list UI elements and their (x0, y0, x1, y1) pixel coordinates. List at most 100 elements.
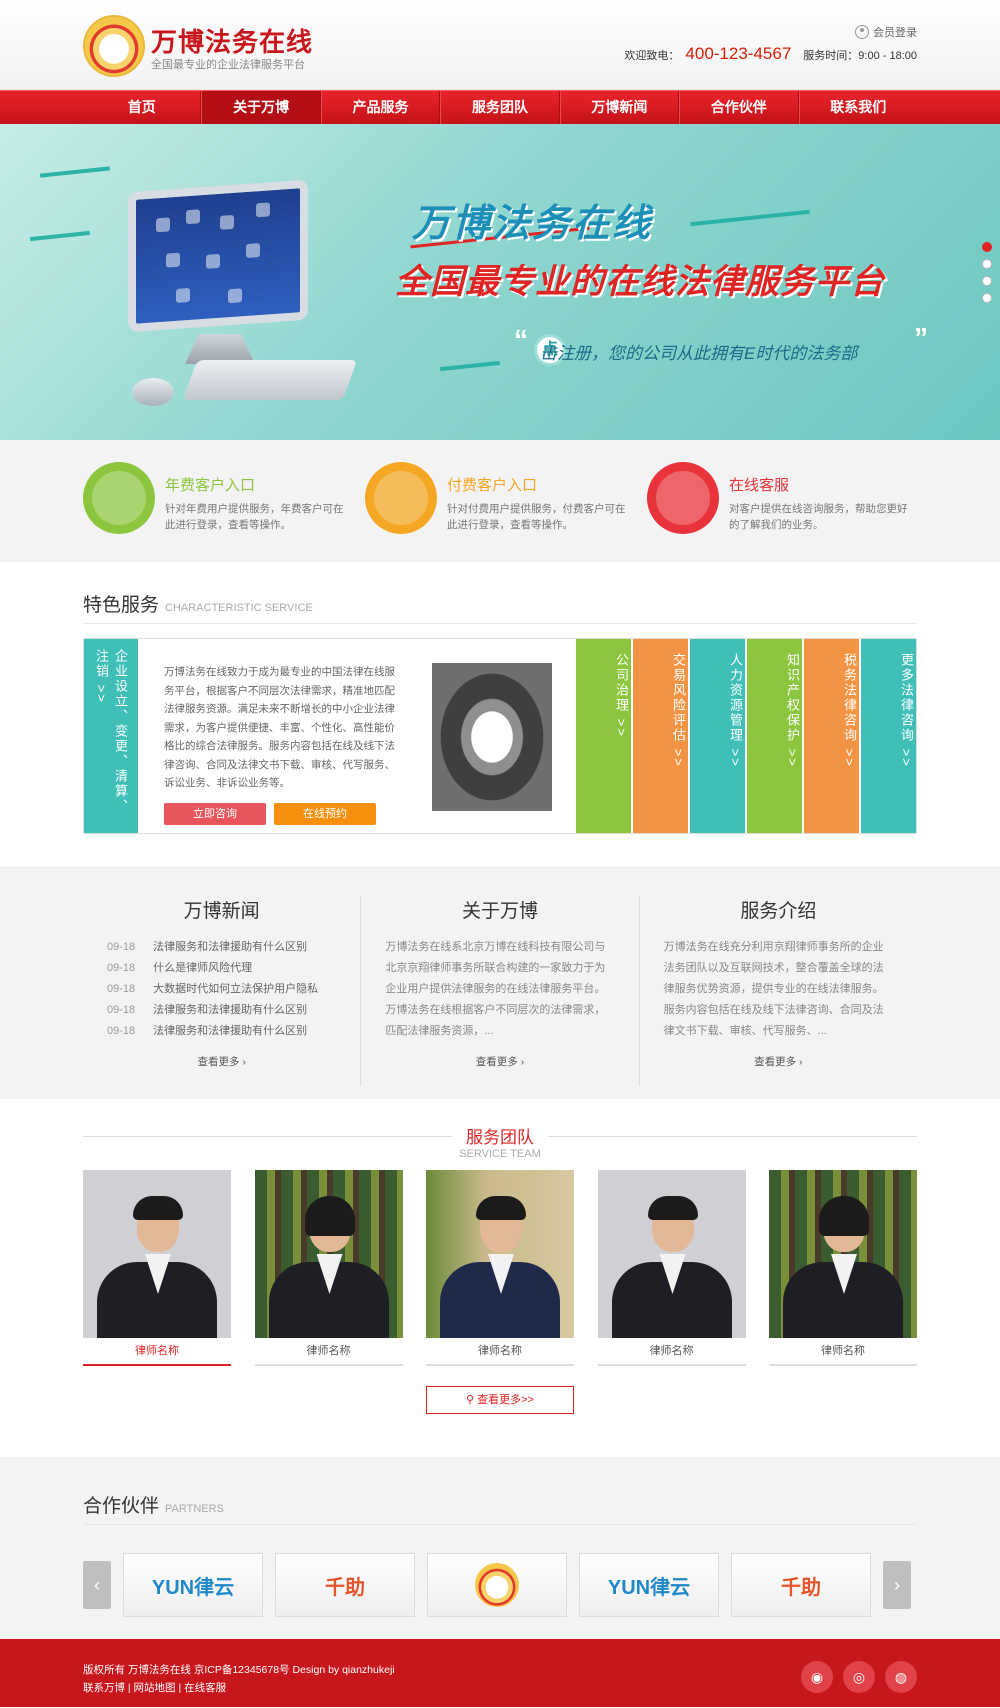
computer-illustration (128, 179, 308, 333)
lawyer-photo (769, 1170, 917, 1338)
partners-title-en: PARTNERS (165, 1503, 224, 1515)
team-more-button[interactable]: ⚲ 查看更多>> (97, 1386, 903, 1414)
partner-logo[interactable]: YUN律云 (579, 1553, 719, 1617)
section-title: 特色服务 (83, 595, 160, 616)
news-column: 万博新闻 09-18 法律服务和法律援助有什么区别 09-18 什么是律师风险代理 … (83, 896, 362, 1086)
entry-title: 付费客户入口 (447, 477, 538, 494)
logo-icon[interactable] (83, 15, 145, 77)
banner-subline: 击注册，您的公司从此拥有E时代的法务部 (540, 344, 858, 363)
news-item[interactable]: 09-18 什么是律师风险代理 (107, 958, 336, 979)
lawyer-name: 律师名称 (254, 1338, 403, 1366)
copyright: 版权所有 万博法务在线 京ICP备12345678号 Design by qia… (83, 1664, 395, 1676)
slide-dot[interactable] (982, 259, 992, 269)
lawyer-card[interactable]: 律师名称 (426, 1170, 574, 1366)
tab-ip-protection[interactable]: 知识产权保护 >> (747, 639, 802, 833)
site-title: 万博法务在线 (151, 28, 314, 57)
partner-logo[interactable]: 千助 (731, 1553, 871, 1617)
news-title: 万博新闻 (183, 901, 260, 922)
team-title-en: SERVICE TEAM (459, 1148, 541, 1160)
entry-strip: 年费客户入口 针对年费用户提供服务，年费客户可在此进行登录，查看等操作。 付费客… (0, 440, 1000, 562)
main-nav: 首页 关于万博 产品服务 服务团队 万博新闻 合作伙伴 联系我们 (0, 90, 1000, 124)
partner-logo[interactable]: YUN律云 (123, 1553, 263, 1617)
nav-item-partners[interactable]: 合作伙伴 (679, 91, 799, 124)
news-more-link[interactable]: 查看更多 › (107, 1054, 336, 1069)
partners-section: 合作伙伴 PARTNERS ‹ YUN律云 千助 YUN律云 千助 › (0, 1457, 1000, 1639)
lawyer-photo (426, 1170, 574, 1338)
service-intro-text: 万博法务在线充分利用京翔律师事务所的企业法务团队以及互联网技术，整合覆盖全球的法… (663, 941, 884, 1037)
lawyer-card[interactable]: 律师名称 (254, 1170, 403, 1366)
consult-button[interactable]: 立即咨询 (164, 802, 266, 825)
hotline: 欢迎致电： 400-123-4567 服务时间：9:00 - 18:00 (624, 44, 917, 64)
nav-item-news[interactable]: 万博新闻 (559, 91, 680, 124)
section-title-en: CHARACTERISTIC SERVICE (165, 602, 313, 614)
news-item[interactable]: 09-18 法律服务和法律援助有什么区别 (107, 1000, 336, 1021)
partner-carousel: ‹ YUN律云 千助 YUN律云 千助 › (83, 1553, 917, 1617)
news-item[interactable]: 09-18 法律服务和法律援助有什么区别 (107, 937, 336, 958)
news-item[interactable]: 09-18 大数据时代如何立法保护用户隐私 (107, 979, 336, 1000)
user-icon (83, 462, 155, 534)
service-intro-title: 服务介绍 (740, 901, 817, 922)
partner-logo[interactable]: 千助 (275, 1553, 415, 1617)
member-login-link[interactable]: 会员登录 (855, 24, 917, 40)
decor-stripe (690, 209, 810, 227)
lawyer-card[interactable]: 律师名称 (83, 1170, 231, 1366)
entry-online-service[interactable]: 在线客服 对客户提供在线咨询服务，帮助您更好的了解我们的业务。 (647, 462, 917, 534)
partners-title: 合作伙伴 (83, 1496, 160, 1517)
entry-desc: 针对付费用户提供服务，付费客户可在此进行登录，查看等操作。 (447, 503, 626, 531)
tab-risk-assessment[interactable]: 交易风险评估 >> (633, 639, 688, 833)
carousel-prev-button[interactable]: ‹ (83, 1561, 111, 1609)
banner-pager (982, 242, 992, 303)
lawyer-card[interactable]: 律师名称 (769, 1170, 917, 1366)
lawyer-name: 律师名称 (426, 1338, 574, 1366)
lawyer-name: 律师名称 (597, 1338, 746, 1366)
slide-dot[interactable] (982, 242, 992, 252)
hotline-label: 欢迎致电： (624, 50, 680, 62)
tab-corporate-governance[interactable]: 公司治理 >> (576, 639, 631, 833)
service-description: 万博法务在线致力于成为最专业的中国法律在线服务平台，根据客户不同层次法律需求，精… (164, 666, 395, 789)
keyboard-illustration (182, 360, 358, 400)
banner-slogan: 全国最专业的在线法律服务平台 (395, 263, 885, 301)
about-text: 万博法务在线系北京万博在线科技有限公司与北京京翔律师事务所联合构建的一家致力于为… (385, 941, 606, 1037)
nav-item-team[interactable]: 服务团队 (440, 91, 560, 124)
carousel-next-button[interactable]: › (883, 1561, 911, 1609)
mouse-illustration (132, 378, 174, 406)
entry-paid[interactable]: 付费客户入口 针对付费用户提供服务，付费客户可在此进行登录，查看等操作。 (365, 462, 635, 534)
tab-more-consulting[interactable]: 更多法律咨询 >> (861, 639, 916, 833)
hotline-number: 400-123-4567 (685, 44, 792, 63)
lawyer-name: 律师名称 (83, 1338, 231, 1366)
service-intro-column: 服务介绍 万博法务在线充分利用京翔律师事务所的企业法务团队以及互联网技术，整合覆… (640, 896, 917, 1086)
service-tab-active[interactable]: 企业设立、变更、清算、注销 >> (84, 639, 138, 833)
nav-item-about[interactable]: 关于万博 (201, 91, 321, 124)
service-more-link[interactable]: 查看更多 › (664, 1054, 893, 1069)
entry-annual[interactable]: 年费客户入口 针对年费用户提供服务，年费客户可在此进行登录，查看等操作。 (83, 462, 353, 534)
compass-icon[interactable]: ◎ (843, 1661, 875, 1693)
wechat-icon[interactable]: ◍ (885, 1661, 917, 1693)
banner-title: 万博法务在线 (412, 203, 653, 245)
hero-banner[interactable]: 万博法务在线 全国最专业的在线法律服务平台 “ 点 击注册，您的公司从此拥有E时… (0, 124, 1000, 440)
info-columns: 万博新闻 09-18 法律服务和法律援助有什么区别 09-18 什么是律师风险代理 … (0, 866, 1000, 1099)
decor-stripe (29, 230, 91, 242)
about-more-link[interactable]: 查看更多 › (385, 1054, 614, 1069)
user-icon (855, 25, 869, 39)
lawyer-photo (254, 1170, 403, 1338)
nav-item-products[interactable]: 产品服务 (320, 91, 441, 124)
partner-logo[interactable] (427, 1553, 567, 1617)
nav-item-home[interactable]: 首页 (83, 91, 202, 124)
entry-desc: 针对年费用户提供服务，年费客户可在此进行登录，查看等操作。 (165, 503, 344, 531)
tab-tax-consulting[interactable]: 税务法律咨询 >> (804, 639, 859, 833)
slide-dot[interactable] (982, 293, 992, 303)
weibo-icon[interactable]: ◉ (801, 1661, 833, 1693)
lawyer-name: 律师名称 (769, 1338, 917, 1366)
section-heading: 特色服务 CHARACTERISTIC SERVICE (83, 590, 917, 624)
book-button[interactable]: 在线预约 (274, 802, 376, 825)
tab-hr-management[interactable]: 人力资源管理 >> (690, 639, 745, 833)
slide-dot[interactable] (982, 276, 992, 286)
lawyer-card[interactable]: 律师名称 (597, 1170, 746, 1366)
headset-icon (647, 462, 719, 534)
member-login-label: 会员登录 (873, 27, 917, 39)
nav-item-contact[interactable]: 联系我们 (798, 91, 917, 124)
decor-stripe (39, 166, 111, 178)
news-item[interactable]: 09-18 法律服务和法律援助有什么区别 (107, 1021, 336, 1042)
footer-links[interactable]: 联系万博 | 网站地图 | 在线客服 (83, 1679, 917, 1697)
entry-desc: 对客户提供在线咨询服务，帮助您更好的了解我们的业务。 (729, 503, 908, 531)
